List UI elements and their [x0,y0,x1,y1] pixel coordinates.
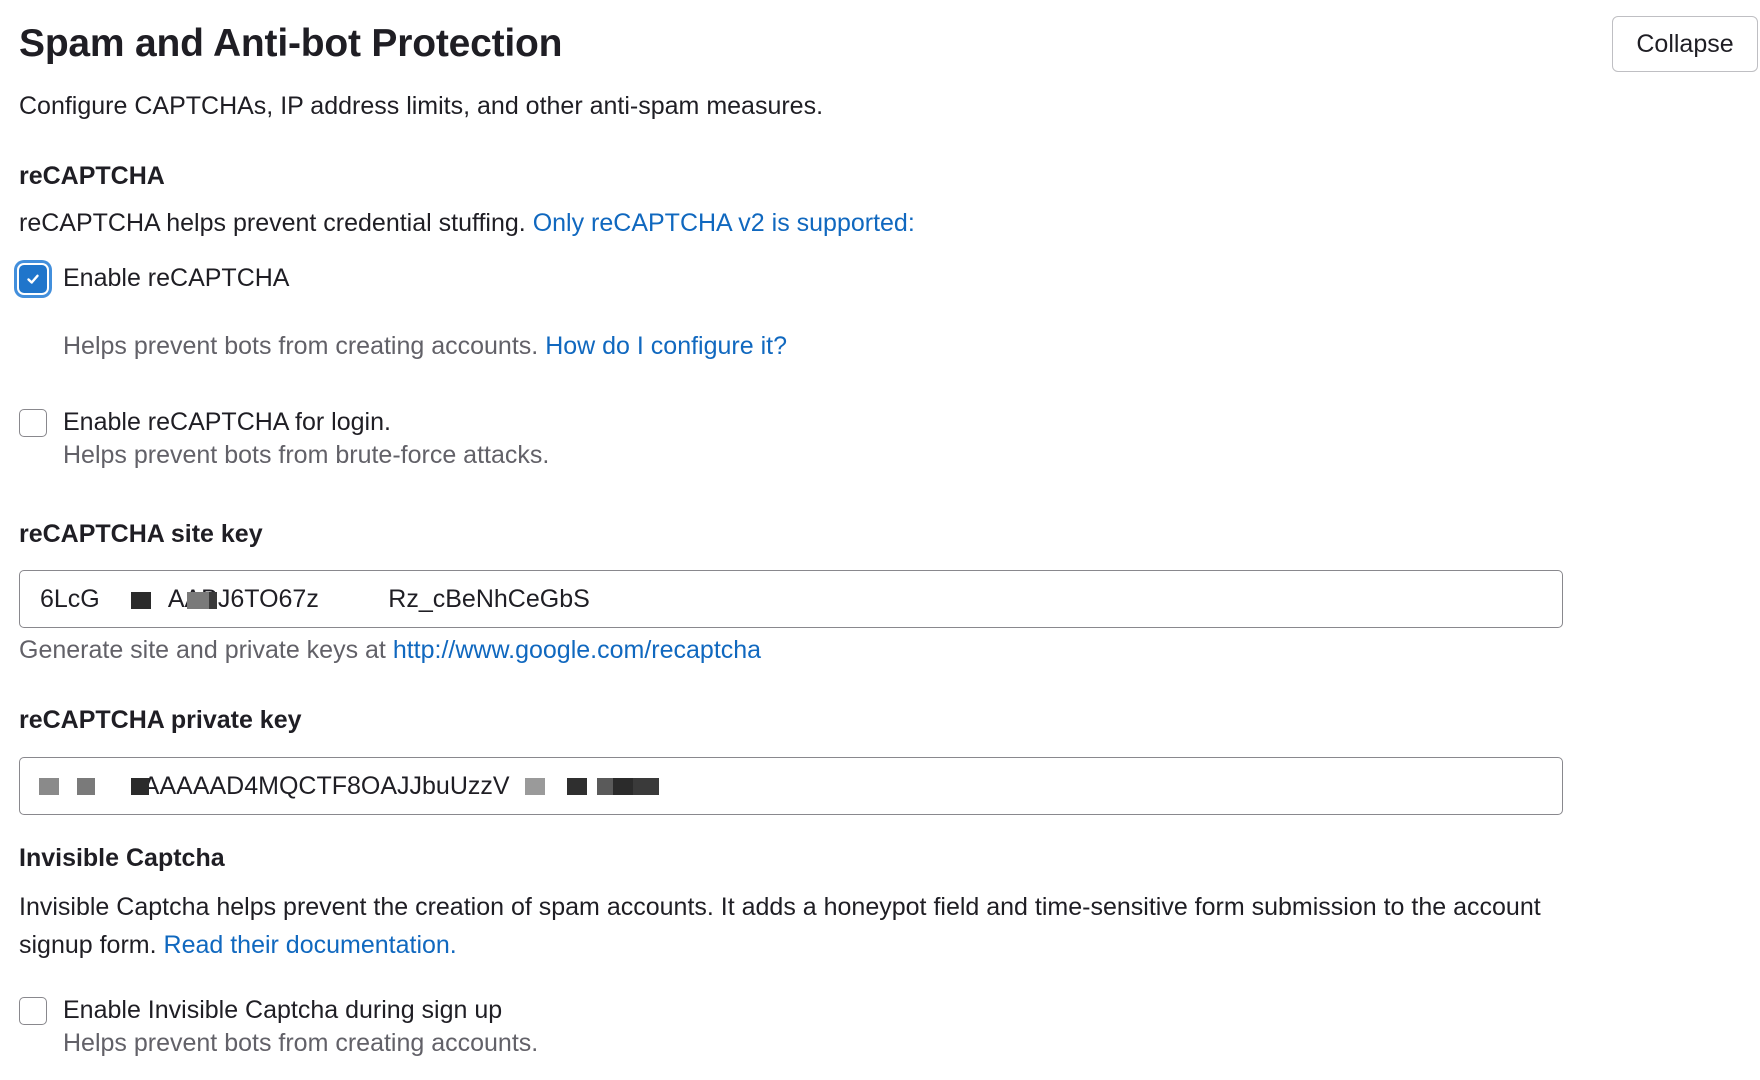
enable-invisible-captcha-help: Helps prevent bots from creating account… [63,1029,539,1057]
enable-invisible-captcha-checkbox[interactable] [19,996,47,1025]
invisible-captcha-description: Invisible Captcha helps prevent the crea… [19,888,1579,964]
invisible-captcha-docs-link[interactable]: Read their documentation. [164,931,457,959]
recaptcha-description: reCAPTCHA helps prevent credential stuff… [19,204,915,242]
enable-recaptcha-login-help: Helps prevent bots from brute-force atta… [63,441,550,469]
enable-recaptcha-login-row: Enable reCAPTCHA for login. [19,408,391,437]
google-recaptcha-link[interactable]: http://www.google.com/recaptcha [393,636,761,664]
invisible-captcha-heading: Invisible Captcha [19,844,225,872]
private-key-input[interactable] [19,757,1563,815]
configure-recaptcha-link[interactable]: How do I configure it? [545,332,787,360]
enable-recaptcha-label[interactable]: Enable reCAPTCHA [63,264,289,293]
section-title: Spam and Anti-bot Protection [19,22,563,65]
site-key-input[interactable] [19,570,1563,628]
recaptcha-heading: reCAPTCHA [19,162,165,190]
enable-invisible-captcha-row: Enable Invisible Captcha during sign up [19,996,502,1025]
enable-recaptcha-help-text: Helps prevent bots from creating account… [63,332,546,360]
enable-recaptcha-checkbox[interactable] [19,264,47,293]
spam-protection-settings: Spam and Anti-bot Protection Collapse Co… [0,0,1760,1080]
site-key-help-text: Generate site and private keys at [19,636,393,664]
recaptcha-description-text: reCAPTCHA helps prevent credential stuff… [19,209,533,237]
enable-invisible-captcha-label[interactable]: Enable Invisible Captcha during sign up [63,996,502,1025]
enable-recaptcha-row: Enable reCAPTCHA [19,264,289,293]
check-icon [27,274,39,284]
enable-recaptcha-login-label[interactable]: Enable reCAPTCHA for login. [63,408,391,437]
site-key-label: reCAPTCHA site key [19,520,263,548]
collapse-button[interactable]: Collapse [1612,16,1758,72]
enable-recaptcha-help: Helps prevent bots from creating account… [63,332,787,361]
private-key-label: reCAPTCHA private key [19,706,302,734]
recaptcha-v2-link[interactable]: Only reCAPTCHA v2 is supported: [533,209,915,237]
enable-recaptcha-login-checkbox[interactable] [19,408,47,437]
site-key-help: Generate site and private keys at http:/… [19,636,761,665]
section-description: Configure CAPTCHAs, IP address limits, a… [19,92,824,120]
